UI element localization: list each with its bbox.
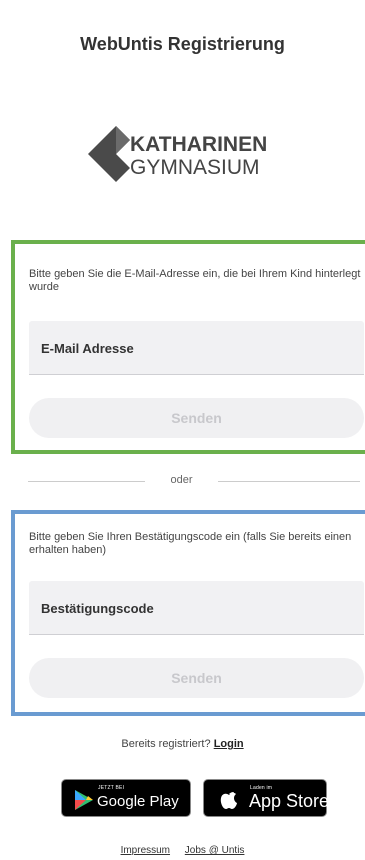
code-hint: Bitte geben Sie Ihren Bestätigungscode e… bbox=[29, 531, 352, 556]
google-play-badge[interactable]: JETZT BEI Google Play bbox=[61, 779, 191, 817]
code-field[interactable]: Bestätigungscode bbox=[29, 581, 364, 635]
email-hint: Bitte geben Sie die E-Mail-Adresse ein, … bbox=[29, 268, 361, 293]
code-section: Bitte geben Sie Ihren Bestätigungscode e… bbox=[11, 510, 365, 716]
impressum-link[interactable]: Impressum bbox=[121, 845, 170, 856]
google-play-small-text: JETZT BEI bbox=[98, 785, 125, 791]
login-link[interactable]: Login bbox=[214, 738, 244, 750]
registration-page: WebUntis Registrierung KATHARINEN GYMNAS… bbox=[0, 0, 365, 860]
school-logo: KATHARINEN GYMNASIUM bbox=[86, 124, 286, 184]
email-field[interactable]: E-Mail Adresse bbox=[29, 321, 364, 375]
divider-label: oder bbox=[170, 474, 193, 486]
code-field-label: Bestätigungscode bbox=[41, 601, 154, 616]
diamond-chevron-icon: KATHARINEN GYMNASIUM bbox=[88, 126, 267, 182]
play-icon bbox=[75, 790, 93, 810]
footer: Impressum Jobs @ Untis bbox=[0, 845, 365, 856]
email-send-button[interactable]: Senden bbox=[29, 398, 364, 438]
logo-line2: GYMNASIUM bbox=[130, 156, 260, 179]
login-prompt: Bereits registriert? Login bbox=[0, 738, 365, 750]
apple-icon bbox=[220, 792, 237, 809]
app-store-badge[interactable]: Laden im App Store bbox=[203, 779, 330, 817]
app-store-text: App Store bbox=[249, 791, 330, 811]
google-play-text: Google Play bbox=[97, 793, 179, 810]
divider-line-right bbox=[218, 481, 360, 482]
divider-line-left bbox=[28, 481, 145, 482]
email-field-label: E-Mail Adresse bbox=[41, 341, 134, 356]
code-send-button[interactable]: Senden bbox=[29, 658, 364, 698]
or-divider: oder bbox=[28, 474, 360, 486]
page-title: WebUntis Registrierung bbox=[80, 34, 285, 54]
jobs-link[interactable]: Jobs @ Untis bbox=[185, 845, 245, 856]
login-prompt-text: Bereits registriert? bbox=[121, 738, 211, 750]
logo-line1: KATHARINEN bbox=[130, 133, 267, 156]
email-section: Bitte geben Sie die E-Mail-Adresse ein, … bbox=[11, 240, 365, 454]
